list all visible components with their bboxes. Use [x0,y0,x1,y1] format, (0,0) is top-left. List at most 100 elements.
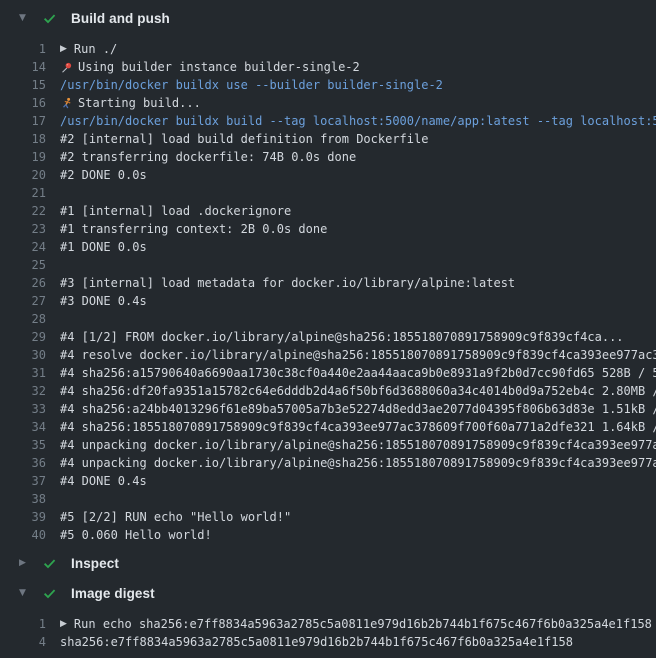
log-line-number[interactable]: 18 [0,130,46,148]
log-line-content: #3 [internal] load metadata for docker.i… [60,274,656,292]
log-line-text: #2 transferring dockerfile: 74B 0.0s don… [60,148,356,166]
log-lines: 1 ▶ Run echo sha256:e7ff8834a5963a2785c5… [0,608,656,655]
chevron-right-icon[interactable]: ▶ [19,559,31,568]
log-line-content: /usr/bin/docker buildx use --builder bui… [60,76,656,94]
log-line-number[interactable]: 25 [0,256,46,274]
log-line: 21 [0,184,656,202]
log-line-content: #1 DONE 0.0s [60,238,656,256]
log-line-content: sha256:e7ff8834a5963a2785c5a0811e979d16b… [60,633,656,651]
log-line-content: #4 unpacking docker.io/library/alpine@sh… [60,436,656,454]
section-header-build-and-push[interactable]: ▼ Build and push [0,3,656,33]
log-line-number[interactable]: 4 [0,633,46,651]
log-line-content: #1 [internal] load .dockerignore [60,202,656,220]
log-line-content: #3 DONE 0.4s [60,292,656,310]
log-line: 4 sha256:e7ff8834a5963a2785c5a0811e979d1… [0,633,656,651]
log-line-number[interactable]: 39 [0,508,46,526]
log-line-number[interactable]: 23 [0,220,46,238]
log-line-number[interactable]: 33 [0,400,46,418]
runner-icon [60,97,73,110]
log-line: 14 Using builder instance builder-single… [0,58,656,76]
workflow-log: ▼ Build and push 1 ▶ Run ./ [0,3,656,655]
log-line-number[interactable]: 19 [0,148,46,166]
log-line-number[interactable]: 30 [0,346,46,364]
log-line-text: #2 [internal] load build definition from… [60,130,428,148]
check-icon [42,586,57,601]
expand-group-icon[interactable]: ▶ [60,620,67,629]
log-line: 27 #3 DONE 0.4s [0,292,656,310]
log-line-text: #4 [1/2] FROM docker.io/library/alpine@s… [60,328,624,346]
log-line: 38 [0,490,656,508]
log-line-text: #1 DONE 0.0s [60,238,147,256]
log-line-number[interactable]: 20 [0,166,46,184]
section-title: Image digest [71,586,155,601]
log-line-content: #4 [1/2] FROM docker.io/library/alpine@s… [60,328,656,346]
log-line-number[interactable]: 17 [0,112,46,130]
log-line-number[interactable]: 35 [0,436,46,454]
log-line: 25 [0,256,656,274]
log-line-content: ▶ Run echo sha256:e7ff8834a5963a2785c5a0… [60,615,656,633]
log-line-text: /usr/bin/docker buildx use --builder bui… [60,76,443,94]
log-line: 19 #2 transferring dockerfile: 74B 0.0s … [0,148,656,166]
log-line-text: #4 unpacking docker.io/library/alpine@sh… [60,454,656,472]
log-line-text: /usr/bin/docker buildx build --tag local… [60,112,656,130]
log-line-content: #4 unpacking docker.io/library/alpine@sh… [60,454,656,472]
log-line-number[interactable]: 1 [0,40,46,58]
section-header-image-digest[interactable]: ▼ Image digest [0,578,656,608]
log-line-number[interactable]: 24 [0,238,46,256]
log-line-number[interactable]: 40 [0,526,46,544]
log-line-number[interactable]: 22 [0,202,46,220]
log-line-text: #4 unpacking docker.io/library/alpine@sh… [60,436,656,454]
log-line-number[interactable]: 37 [0,472,46,490]
log-line-text: Run echo sha256:e7ff8834a5963a2785c5a081… [74,615,652,633]
log-line-number[interactable]: 36 [0,454,46,472]
log-line-text: #4 resolve docker.io/library/alpine@sha2… [60,346,656,364]
section-header-inspect[interactable]: ▶ Inspect [0,548,656,578]
log-line-content: ▶ Run ./ [60,40,656,58]
log-line-text: #3 DONE 0.4s [60,292,147,310]
log-line-content: /usr/bin/docker buildx build --tag local… [60,112,656,130]
log-line: 33 #4 sha256:a24bb4013296f61e89ba57005a7… [0,400,656,418]
log-line-content: #2 transferring dockerfile: 74B 0.0s don… [60,148,656,166]
log-line-content: #2 DONE 0.0s [60,166,656,184]
log-line-text: #4 DONE 0.4s [60,472,147,490]
log-line-number[interactable]: 14 [0,58,46,76]
log-line: 31 #4 sha256:a15790640a6690aa1730c38cf0a… [0,364,656,382]
log-line: 40 #5 0.060 Hello world! [0,526,656,544]
log-line: 1 ▶ Run echo sha256:e7ff8834a5963a2785c5… [0,615,656,633]
log-line: 35 #4 unpacking docker.io/library/alpine… [0,436,656,454]
log-line-text: sha256:e7ff8834a5963a2785c5a0811e979d16b… [60,633,573,651]
log-line-content: #5 [2/2] RUN echo "Hello world!" [60,508,656,526]
log-line-content: Starting build... [60,94,656,112]
log-line: 18 #2 [internal] load build definition f… [0,130,656,148]
log-line-number[interactable]: 26 [0,274,46,292]
check-icon [42,11,57,26]
log-line-number[interactable]: 34 [0,418,46,436]
log-line: 23 #1 transferring context: 2B 0.0s done [0,220,656,238]
log-line-content: #4 sha256:a24bb4013296f61e89ba57005a7b3e… [60,400,656,418]
log-line: 22 #1 [internal] load .dockerignore [0,202,656,220]
log-line-number[interactable]: 15 [0,76,46,94]
log-line-number[interactable]: 38 [0,490,46,508]
log-line-number[interactable]: 27 [0,292,46,310]
log-line-number[interactable]: 28 [0,310,46,328]
log-line: 32 #4 sha256:df20fa9351a15782c64e6dddb2d… [0,382,656,400]
log-line-text: Starting build... [78,94,201,112]
log-line-content: #4 sha256:185518070891758909c9f839cf4ca3… [60,418,656,436]
log-line-content: #2 [internal] load build definition from… [60,130,656,148]
log-line-number[interactable]: 1 [0,615,46,633]
log-line: 37 #4 DONE 0.4s [0,472,656,490]
log-line-content: #4 sha256:a15790640a6690aa1730c38cf0a440… [60,364,656,382]
chevron-down-icon[interactable]: ▼ [19,589,31,598]
section-title: Inspect [71,556,119,571]
log-line-number[interactable]: 29 [0,328,46,346]
expand-group-icon[interactable]: ▶ [60,45,67,54]
log-line-number[interactable]: 16 [0,94,46,112]
log-line-number[interactable]: 31 [0,364,46,382]
log-line-number[interactable]: 32 [0,382,46,400]
log-line: 20 #2 DONE 0.0s [0,166,656,184]
log-line-number[interactable]: 21 [0,184,46,202]
log-line-text: #1 [internal] load .dockerignore [60,202,291,220]
log-line-text: #1 transferring context: 2B 0.0s done [60,220,327,238]
log-line-text: #4 sha256:a15790640a6690aa1730c38cf0a440… [60,364,656,382]
chevron-down-icon[interactable]: ▼ [19,14,31,23]
